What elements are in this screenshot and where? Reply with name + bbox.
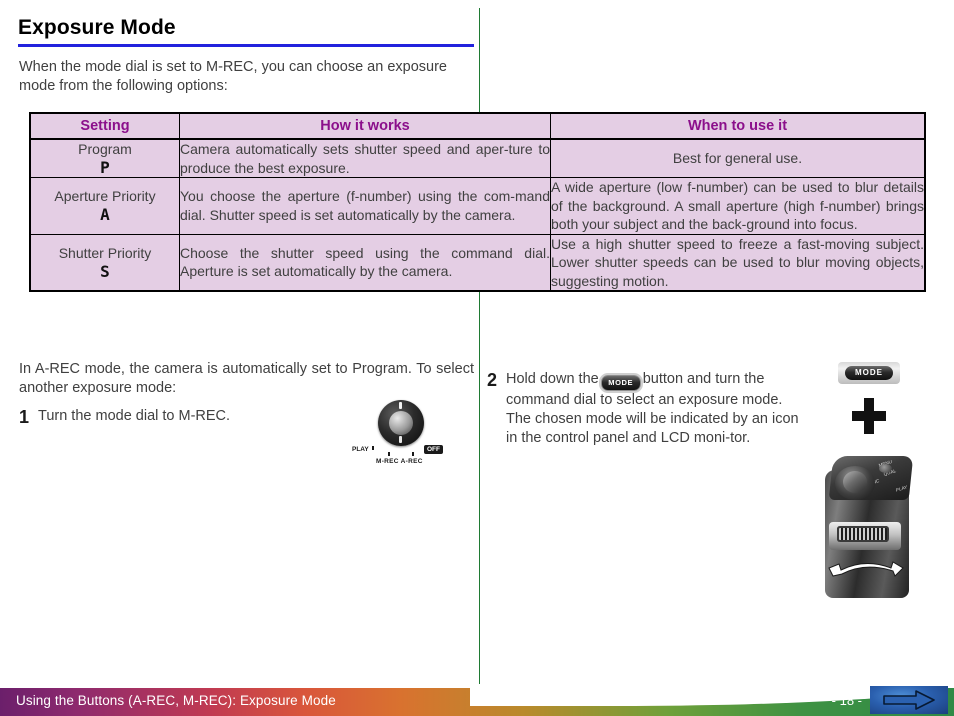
step-2: 2 Hold down the MODE button and turn the c… [487,370,807,448]
camera-shutter-release-icon [879,464,892,473]
mode-dial-indicator-mark-top [399,402,402,409]
mode-dial-indicator-mark-bottom [399,436,402,443]
table-header-row: Setting How it works When to use it [29,112,926,140]
camera-command-dial-wheel-icon [837,526,889,542]
arrow-right-icon [883,690,935,710]
mode-key-illustration: MODE [838,362,900,384]
title-underline-rule [18,44,474,47]
camera-mode-dial-cap-icon [843,471,867,493]
column-divider [479,8,480,686]
cell-when-shutter-priority: Use a high shutter speed to freeze a fas… [550,233,926,292]
column-header-setting: Setting [29,112,180,140]
setting-name: Aperture Priority [54,188,156,205]
rotation-arrow-icon [828,561,904,577]
next-page-button[interactable] [870,686,948,714]
column-header-how-it-works: How it works [179,112,551,140]
cell-when-program: Best for general use. [550,138,926,178]
cell-how-shutter-priority: Choose the shutter speed using the comma… [179,233,551,292]
cell-how-program: Camera automatically sets shutter speed … [179,138,551,178]
intro-paragraph: When the mode dial is set to M-REC, you … [19,59,447,94]
table-row: Shutter Priority S Choose the shutter sp… [29,233,926,292]
plus-icon [852,396,886,436]
cell-how-aperture-priority: You choose the aperture (f-number) using… [179,177,551,235]
mode-dial-label-play: PLAY [352,446,369,453]
mode-dial-center-icon [389,411,413,435]
exposure-mode-table: Setting How it works When to use it Prog… [29,112,926,292]
left-intro-paragraph: In A-REC mode, the camera is automatical… [19,361,474,396]
mode-dial-tick-play [372,446,374,450]
footer: Using the Buttons (A-REC, M-REC): Exposu… [0,684,954,716]
mode-dial-label-rec: M-REC A-REC [376,458,423,465]
cell-setting-program: Program P [29,138,180,178]
mode-dial-label-off: OFF [424,445,443,454]
cell-when-aperture-priority: A wide aperture (low f-number) can be us… [550,177,926,235]
step-1-text: Turn the mode dial to M-REC. [38,408,231,424]
step-2-text-before: Hold down the [506,371,599,387]
mode-key-label: MODE [845,366,893,380]
right-column: 2 Hold down the MODE button and turn the c… [487,360,807,448]
step-2-text: Hold down the MODE button and turn the com… [502,370,802,448]
camera-label-play: PLAY [895,484,908,493]
camera-command-dial-illustration: MENU QUAL FUNC PLAY [815,452,918,598]
mode-dial-illustration: PLAY OFF M-REC A-REC [352,396,452,482]
setting-name: Shutter Priority [58,244,152,261]
step-1-number: 1 [19,407,30,427]
page-number: - 18 - [831,693,862,708]
footer-breadcrumb: Using the Buttons (A-REC, M-REC): Exposu… [16,693,336,708]
mode-dial-tick-mrec [388,452,390,456]
mode-button-icon: MODE [600,375,641,391]
cell-setting-shutter-priority: Shutter Priority S [29,233,180,292]
mode-dial-tick-arec [412,452,414,456]
setting-symbol-icon: P [100,158,110,177]
table-row: Program P Camera automatically sets shut… [29,138,926,178]
column-header-when-to-use-it: When to use it [550,112,926,140]
cell-setting-aperture-priority: Aperture Priority A [29,177,180,235]
step-2-number: 2 [487,370,498,390]
page-title: Exposure Mode [18,16,176,39]
table-row: Aperture Priority A You choose the apert… [29,177,926,235]
setting-symbol-icon: A [100,205,110,225]
setting-symbol-icon: S [100,261,110,281]
setting-name: Program [78,141,132,157]
